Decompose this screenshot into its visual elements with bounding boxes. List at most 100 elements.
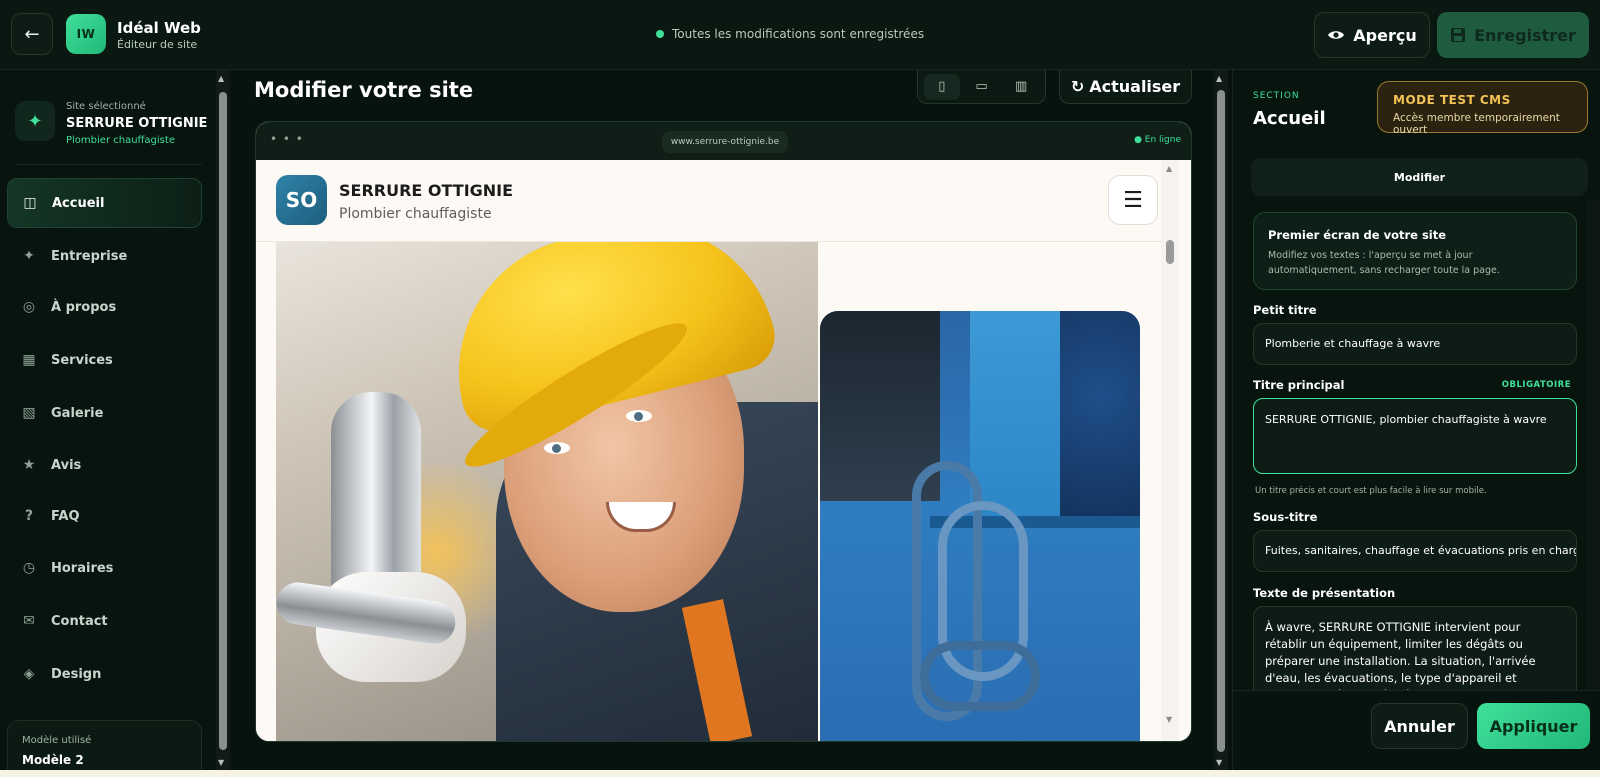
back-button[interactable]: ← [11, 13, 53, 55]
sidebar-item-label: Galerie [51, 405, 104, 421]
scrollbar-thumb[interactable] [1166, 240, 1174, 264]
app-name: Idéal Web [117, 19, 201, 37]
hero-image [276, 242, 818, 741]
panel-footer: Annuler Appliquer [1233, 690, 1600, 770]
test-mode-title: MODE TEST CMS [1393, 93, 1511, 107]
model-caption: Modèle utilisé [22, 735, 92, 746]
sidebar-item-a-propos[interactable]: ◎ À propos [7, 282, 202, 332]
mobile-view-button[interactable]: ▯ [923, 73, 960, 100]
browser-bar: • • • www.serrure-ottignie.be ● En ligne [256, 122, 1191, 160]
titre-hint: Un titre précis et court est plus facile… [1255, 486, 1487, 496]
tablet-view-button[interactable]: ▭ [963, 74, 999, 100]
refresh-icon: ↻ [1070, 77, 1085, 96]
sidebar-item-label: Avis [51, 457, 82, 473]
sparkle-icon: ✦ [15, 101, 55, 141]
scroll-down-icon[interactable]: ▼ [1166, 715, 1172, 724]
petit-titre-label: Petit titre [1253, 303, 1317, 317]
status-dot-icon [656, 30, 664, 38]
sidebar-item-label: Design [51, 666, 102, 682]
save-status-text: Toutes les modifications sont enregistré… [672, 27, 925, 41]
layout-icon: ◫ [23, 195, 37, 211]
titre-principal-input[interactable]: SERRURE OTTIGNIE, plombier chauffagiste … [1253, 398, 1577, 474]
save-status: Toutes les modifications sont enregistré… [656, 27, 924, 41]
editor-scrollbar[interactable]: ▲ ▼ [1214, 70, 1228, 770]
site-logo: SO [276, 175, 327, 225]
section-panel: SECTION Accueil MODE TEST CMS Accès memb… [1232, 70, 1600, 770]
sidebar-item-services[interactable]: ▦ Services [7, 335, 202, 385]
desktop-icon: ▥ [1014, 79, 1028, 94]
preview-scrollbar[interactable]: ▲ ▼ [1161, 160, 1179, 741]
arrow-left-icon: ← [24, 23, 40, 45]
star-icon: ★ [22, 457, 36, 473]
form-scroll-area: Premier écran de votre site Modifiez vos… [1233, 206, 1600, 760]
tab-modifier[interactable]: Modifier [1251, 158, 1588, 196]
info-text: Modifiez vos textes : l'aperçu se met à … [1268, 250, 1500, 276]
section-caption: SECTION [1253, 91, 1300, 101]
texte-presentation-label: Texte de présentation [1253, 586, 1396, 600]
preview-label: Aperçu [1353, 25, 1417, 45]
tablet-icon: ▭ [975, 79, 988, 94]
sidebar: ✦ Site sélectionné SERRURE OTTIGNIE Plom… [0, 70, 216, 777]
clock-icon: ◷ [22, 560, 36, 576]
sidebar-item-contact[interactable]: ✉ Contact [7, 596, 202, 646]
refresh-button[interactable]: ↻ Actualiser [1059, 70, 1192, 104]
diamond-icon: ◈ [23, 666, 35, 682]
save-button[interactable]: Enregistrer [1437, 12, 1589, 58]
desktop-view-button[interactable]: ▥ [1003, 74, 1039, 100]
preview-frame: • • • www.serrure-ottignie.be ● En ligne… [255, 121, 1192, 742]
scroll-down-icon[interactable]: ▼ [218, 758, 224, 767]
window-bottom-edge [0, 770, 1600, 777]
site-name: SERRURE OTTIGNIE [339, 181, 514, 200]
gallery-icon: ▧ [22, 405, 36, 421]
device-switcher: ▯ ▭ ▥ [917, 70, 1046, 104]
panel-scrollbar[interactable] [1587, 200, 1600, 760]
sidebar-item-faq[interactable]: ? FAQ [7, 491, 202, 541]
mobile-icon: ▯ [938, 79, 946, 94]
preview-button[interactable]: Aperçu [1314, 12, 1430, 58]
secondary-image [820, 311, 1140, 741]
required-badge: OBLIGATOIRE [1501, 380, 1571, 390]
sidebar-scrollbar[interactable]: ▲ ▼ [216, 70, 230, 770]
sous-titre-label: Sous-titre [1253, 510, 1318, 524]
sidebar-item-galerie[interactable]: ▧ Galerie [7, 388, 202, 438]
cancel-button[interactable]: Annuler [1371, 703, 1468, 749]
petit-titre-input[interactable]: Plomberie et chauffage à wavre [1253, 323, 1577, 365]
sous-titre-input[interactable]: Fuites, sanitaires, chauffage et évacuat… [1253, 530, 1577, 572]
scrollbar-thumb[interactable] [219, 92, 227, 750]
app-logo: IW [66, 14, 106, 54]
app-subtitle: Éditeur de site [117, 38, 198, 51]
save-label: Enregistrer [1474, 25, 1576, 45]
model-name: Modèle 2 [22, 753, 84, 767]
scroll-up-icon[interactable]: ▲ [218, 74, 224, 83]
info-box: Premier écran de votre site Modifiez vos… [1253, 212, 1577, 290]
question-icon: ? [24, 508, 34, 524]
section-title: Accueil [1253, 108, 1326, 129]
sidebar-item-label: Horaires [51, 560, 114, 576]
scroll-down-icon[interactable]: ▼ [1216, 758, 1222, 767]
refresh-label: Actualiser [1089, 77, 1181, 96]
sidebar-item-label: Services [51, 352, 113, 368]
test-mode-badge: MODE TEST CMS Accès membre temporairemen… [1377, 81, 1588, 136]
sidebar-item-horaires[interactable]: ◷ Horaires [7, 543, 202, 593]
scroll-up-icon[interactable]: ▲ [1216, 74, 1222, 83]
model-card: Modèle utilisé Modèle 2 [7, 720, 202, 777]
sidebar-item-accueil[interactable]: ◫ Accueil [7, 178, 202, 228]
scroll-up-icon[interactable]: ▲ [1166, 164, 1172, 173]
site-header: SO SERRURE OTTIGNIE Plombier chauffagist… [256, 160, 1178, 242]
floppy-disk-icon [1451, 28, 1466, 42]
test-mode-subtitle: Accès membre temporairement ouvert [1393, 112, 1560, 136]
sidebar-item-entreprise[interactable]: ✦ Entreprise [7, 231, 202, 281]
apply-button[interactable]: Appliquer [1477, 703, 1590, 749]
sidebar-item-design[interactable]: ◈ Design [7, 649, 202, 699]
scrollbar-thumb[interactable] [1217, 90, 1225, 752]
mail-icon: ✉ [23, 613, 35, 629]
preview-url: www.serrure-ottignie.be [662, 131, 788, 153]
sparkle-icon: ✦ [23, 248, 35, 264]
top-bar: ← IW Idéal Web Éditeur de site Toutes le… [0, 0, 1600, 70]
sidebar-item-avis[interactable]: ★ Avis [7, 440, 202, 490]
sidebar-item-label: Contact [51, 613, 108, 629]
window-dots-icon: • • • [270, 132, 304, 146]
selected-site-caption: Site sélectionné [66, 101, 146, 112]
menu-button[interactable]: ☰ [1108, 175, 1158, 225]
eye-icon [1328, 31, 1345, 39]
